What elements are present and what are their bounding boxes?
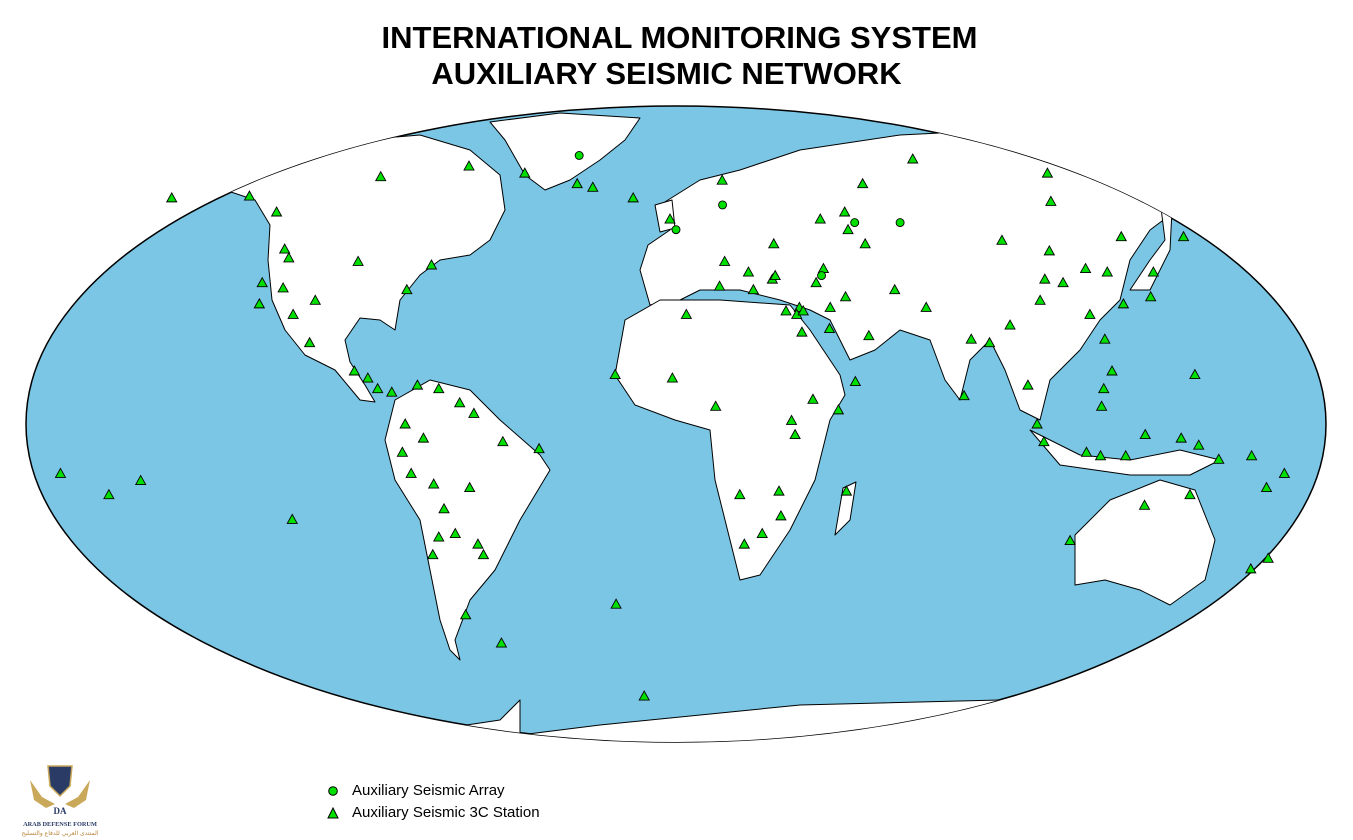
legend-array: Auxiliary Seismic Array xyxy=(322,780,540,802)
world-map xyxy=(25,105,1327,743)
legend-station-label: Auxiliary Seismic 3C Station xyxy=(352,804,540,821)
seismic-array-marker xyxy=(817,271,826,281)
legend: Auxiliary Seismic Array Auxiliary Seismi… xyxy=(322,780,540,824)
legend-array-label: Auxiliary Seismic Array xyxy=(352,782,505,799)
shield-icon xyxy=(47,765,73,798)
station-triangle-icon xyxy=(327,806,339,819)
svg-text:DA: DA xyxy=(54,806,67,816)
array-circle-icon xyxy=(328,786,338,796)
svg-text:ARAB DEFENSE FORUM: ARAB DEFENSE FORUM xyxy=(23,821,97,828)
legend-station: Auxiliary Seismic 3C Station xyxy=(322,802,540,824)
seismic-array-marker xyxy=(671,225,681,235)
seismic-array-marker xyxy=(895,218,905,228)
arab-defense-forum-logo: DA ARAB DEFENSE FORUM المنتدى العربي للد… xyxy=(22,765,99,837)
seismic-array-marker xyxy=(574,151,584,160)
seismic-array-marker xyxy=(850,218,860,228)
seismic-3c-station-marker xyxy=(165,191,178,203)
svg-text:المنتدى العربي للدفاع والتسليح: المنتدى العربي للدفاع والتسليح xyxy=(22,830,99,837)
seismic-array-marker xyxy=(718,200,727,210)
